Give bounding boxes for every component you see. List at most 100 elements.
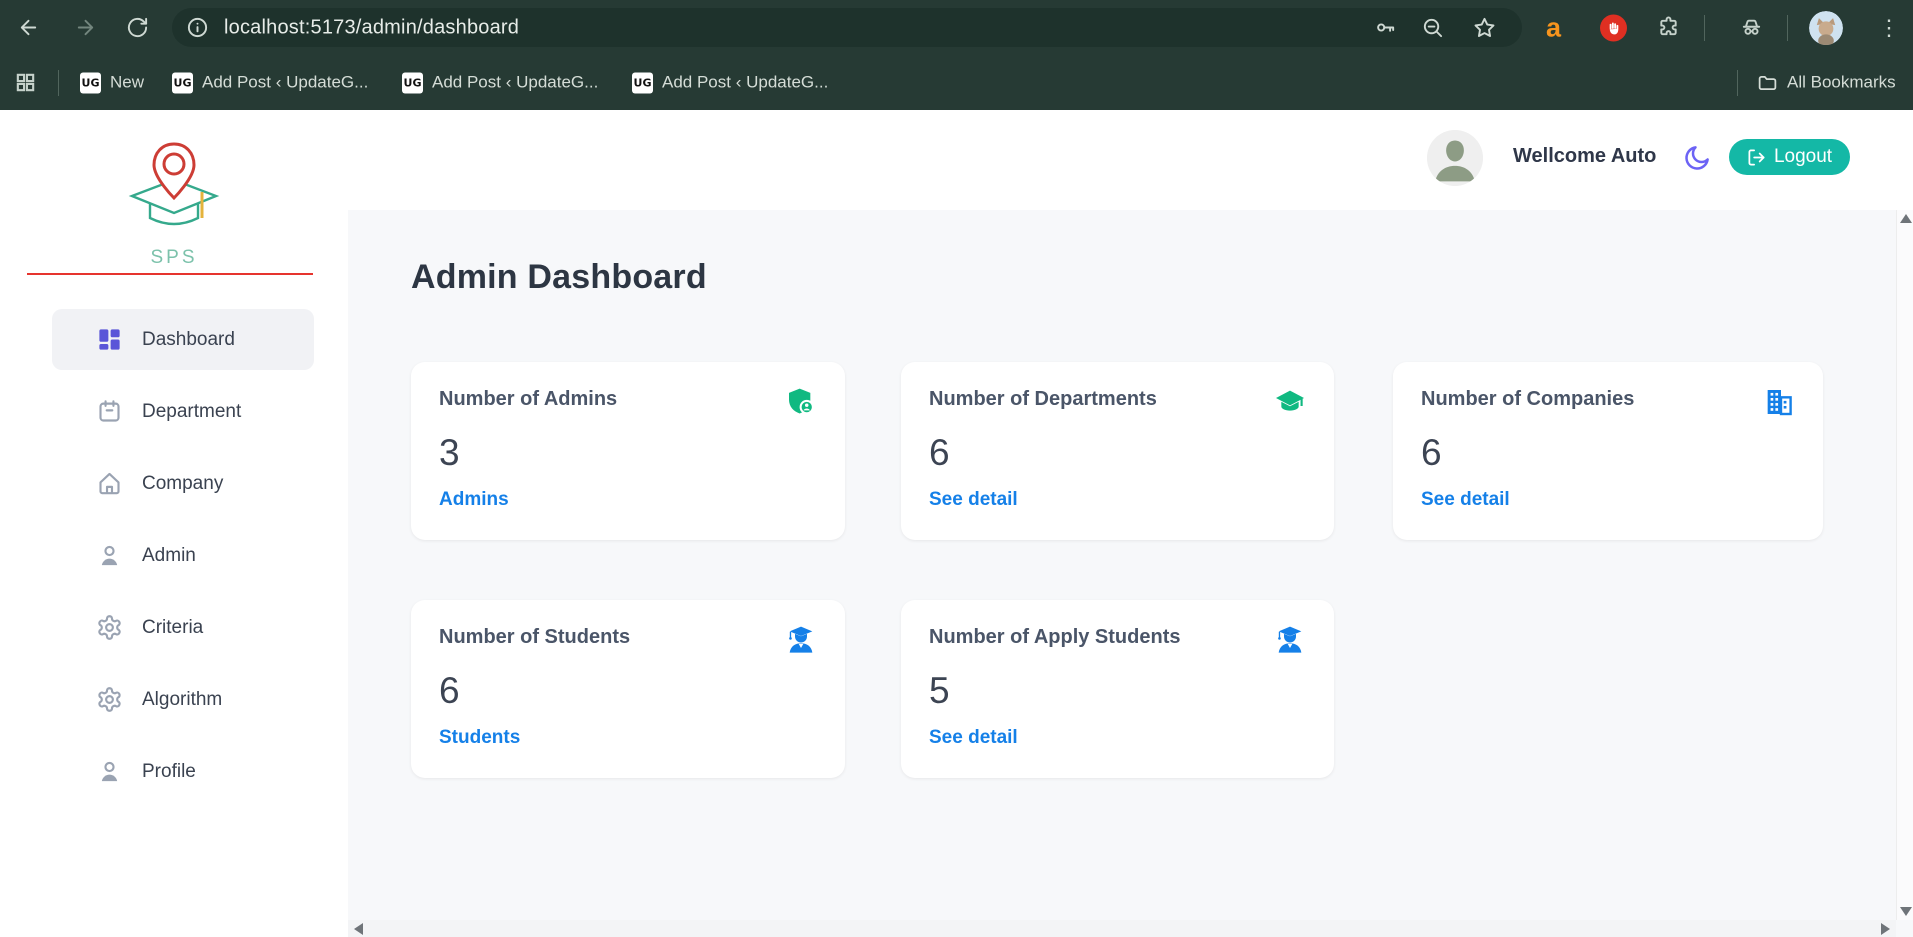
bookmark-star-button[interactable] bbox=[1467, 11, 1501, 45]
bookmark-item[interactable]: UG Add Post ‹ UpdateG... bbox=[632, 72, 828, 93]
app-header: Wellcome Auto Logout bbox=[348, 110, 1913, 210]
sidebar-item-label: Admin bbox=[142, 545, 196, 567]
back-button[interactable] bbox=[11, 11, 45, 45]
sidebar-item-criteria[interactable]: Criteria bbox=[52, 597, 314, 658]
scroll-left-arrow[interactable] bbox=[354, 923, 363, 935]
bookmark-label: Add Post ‹ UpdateG... bbox=[202, 73, 368, 93]
card-link[interactable]: Admins bbox=[439, 489, 509, 511]
sidebar: SPS Dashboard Department bbox=[0, 110, 348, 937]
sidebar-item-dashboard[interactable]: Dashboard bbox=[52, 309, 314, 370]
zoom-minus-icon bbox=[1421, 16, 1444, 39]
logout-label: Logout bbox=[1774, 146, 1832, 168]
scroll-up-arrow[interactable] bbox=[1900, 214, 1912, 223]
app-logo: SPS bbox=[0, 140, 348, 269]
main-area: Wellcome Auto Logout Admin Dashboard Num… bbox=[348, 110, 1913, 937]
card-title: Number of Students bbox=[439, 626, 630, 649]
card-value: 6 bbox=[439, 670, 817, 712]
user-avatar[interactable] bbox=[1427, 130, 1483, 186]
reload-icon bbox=[126, 16, 149, 39]
stat-card-apply-students: Number of Apply Students 5 See detail bbox=[901, 600, 1334, 778]
sidebar-item-label: Dashboard bbox=[142, 329, 235, 351]
incognito-indicator[interactable] bbox=[1734, 11, 1768, 45]
bookmark-item[interactable]: UG Add Post ‹ UpdateG... bbox=[402, 72, 598, 93]
bookmark-item[interactable]: UG Add Post ‹ UpdateG... bbox=[172, 72, 368, 93]
gear-icon bbox=[96, 686, 123, 713]
password-manager-button[interactable] bbox=[1368, 11, 1402, 45]
card-title: Number of Apply Students bbox=[929, 626, 1180, 649]
dark-mode-toggle[interactable] bbox=[1682, 143, 1712, 173]
scroll-right-arrow[interactable] bbox=[1881, 923, 1890, 935]
all-bookmarks-button[interactable]: All Bookmarks bbox=[1757, 72, 1896, 93]
browser-toolbar: localhost:5173/admin/dashboard a ⋮ bbox=[0, 0, 1913, 55]
vertical-scrollbar[interactable] bbox=[1896, 210, 1913, 920]
sidebar-item-label: Profile bbox=[142, 761, 196, 783]
page-content: SPS Dashboard Department bbox=[0, 110, 1913, 937]
calendar-icon bbox=[96, 398, 123, 425]
student-icon bbox=[785, 624, 817, 656]
sidebar-item-department[interactable]: Department bbox=[52, 381, 314, 442]
card-title: Number of Admins bbox=[439, 388, 617, 411]
sidebar-item-label: Department bbox=[142, 401, 241, 423]
card-value: 6 bbox=[1421, 432, 1795, 474]
sidebar-item-label: Company bbox=[142, 473, 223, 495]
welcome-text: Wellcome Auto bbox=[1513, 145, 1656, 168]
cat-avatar-icon bbox=[1809, 11, 1843, 45]
url-text: localhost:5173/admin/dashboard bbox=[224, 16, 519, 39]
bookmarks-divider bbox=[1737, 70, 1738, 96]
scroll-down-arrow[interactable] bbox=[1900, 907, 1912, 916]
address-bar[interactable]: localhost:5173/admin/dashboard bbox=[172, 8, 1522, 47]
card-link[interactable]: See detail bbox=[929, 489, 1018, 511]
sps-logo-icon bbox=[112, 140, 236, 240]
stat-card-companies: Number of Companies 6 See detail bbox=[1393, 362, 1823, 540]
horizontal-scrollbar[interactable] bbox=[348, 920, 1896, 937]
building-icon bbox=[1763, 386, 1795, 418]
browser-profile-avatar[interactable] bbox=[1809, 11, 1843, 45]
apps-grid-icon bbox=[14, 71, 37, 94]
adblock-extension-button[interactable] bbox=[1600, 14, 1627, 41]
card-value: 3 bbox=[439, 432, 817, 474]
logo-text: SPS bbox=[0, 247, 348, 269]
sidebar-item-label: Criteria bbox=[142, 617, 203, 639]
bookmark-favicon: UG bbox=[402, 72, 423, 93]
logout-button[interactable]: Logout bbox=[1729, 139, 1850, 175]
info-icon bbox=[186, 16, 209, 39]
gear-icon bbox=[96, 614, 123, 641]
bookmarks-divider bbox=[58, 70, 59, 96]
reload-button[interactable] bbox=[120, 11, 154, 45]
sidebar-item-algorithm[interactable]: Algorithm bbox=[52, 669, 314, 730]
card-title: Number of Departments bbox=[929, 388, 1157, 411]
forward-button[interactable] bbox=[68, 11, 102, 45]
bookmark-item[interactable]: UG New bbox=[80, 72, 144, 93]
apps-grid-button[interactable] bbox=[8, 66, 42, 100]
extensions-button[interactable] bbox=[1651, 11, 1685, 45]
browser-window: localhost:5173/admin/dashboard a ⋮ bbox=[0, 0, 1913, 937]
forward-arrow-icon bbox=[74, 16, 97, 39]
card-value: 5 bbox=[929, 670, 1306, 712]
hand-icon bbox=[1605, 19, 1622, 36]
bookmark-label: New bbox=[110, 73, 144, 93]
card-link[interactable]: Students bbox=[439, 727, 520, 749]
card-link[interactable]: See detail bbox=[1421, 489, 1510, 511]
folder-icon bbox=[1757, 72, 1778, 93]
browser-menu-button[interactable]: ⋮ bbox=[1878, 15, 1900, 41]
bookmark-favicon: UG bbox=[80, 72, 101, 93]
extension-amazon-icon[interactable]: a bbox=[1546, 14, 1561, 41]
sidebar-item-company[interactable]: Company bbox=[52, 453, 314, 514]
zoom-button[interactable] bbox=[1415, 11, 1449, 45]
moon-icon bbox=[1682, 143, 1712, 173]
card-value: 6 bbox=[929, 432, 1306, 474]
site-info-button[interactable] bbox=[180, 11, 214, 45]
puzzle-icon bbox=[1657, 16, 1680, 39]
person-silhouette-icon bbox=[1427, 130, 1483, 186]
card-title: Number of Companies bbox=[1421, 388, 1634, 411]
stat-card-admins: Number of Admins 3 Admins bbox=[411, 362, 845, 540]
page-title: Admin Dashboard bbox=[411, 258, 707, 297]
sidebar-nav: Dashboard Department Company bbox=[52, 309, 314, 813]
bookmark-favicon: UG bbox=[632, 72, 653, 93]
sidebar-item-profile[interactable]: Profile bbox=[52, 741, 314, 802]
bookmark-label: Add Post ‹ UpdateG... bbox=[662, 73, 828, 93]
stat-card-departments: Number of Departments 6 See detail bbox=[901, 362, 1334, 540]
card-link[interactable]: See detail bbox=[929, 727, 1018, 749]
bookmark-label: Add Post ‹ UpdateG... bbox=[432, 73, 598, 93]
sidebar-item-admin[interactable]: Admin bbox=[52, 525, 314, 586]
